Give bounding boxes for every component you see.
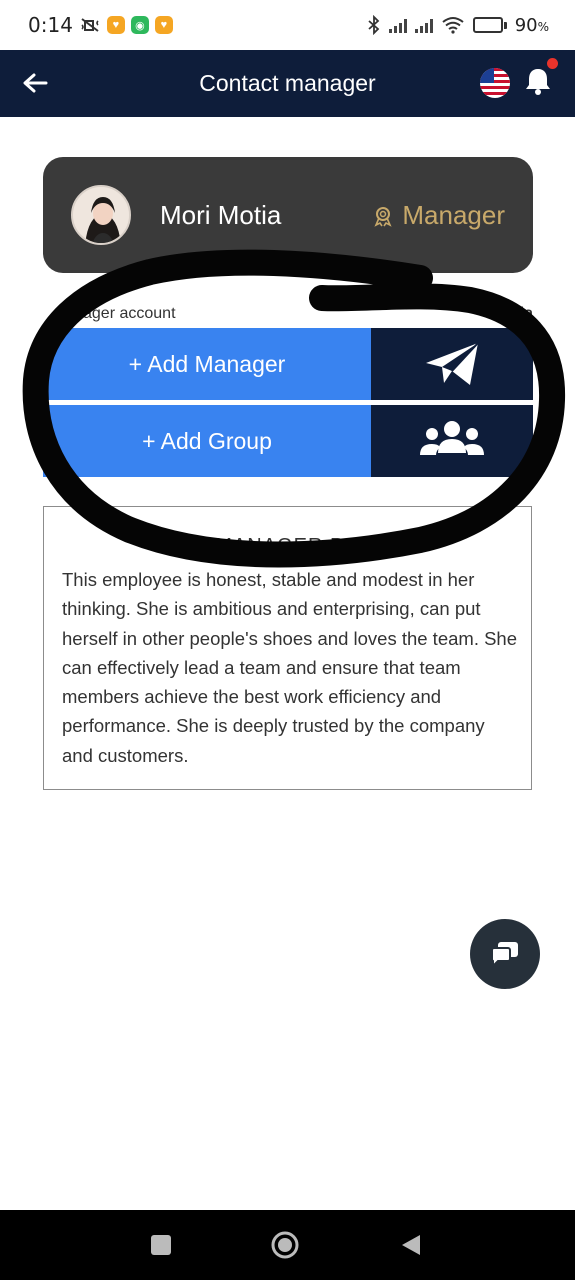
manager-card: Mori Motia Manager [43, 157, 533, 273]
vibrate-off-icon [81, 18, 99, 32]
app-badge-icon: ♥ [106, 16, 125, 34]
battery-percent: 90% [514, 14, 549, 36]
app-badge-icon: ♥ [154, 16, 173, 34]
add-manager-row: + Add Manager [43, 328, 533, 400]
award-icon [374, 206, 392, 227]
back-nav-button[interactable] [396, 1230, 426, 1260]
home-button[interactable] [270, 1230, 300, 1260]
account-row: ager account Motia [43, 305, 533, 327]
bell-icon[interactable] [522, 65, 554, 97]
account-label: ager account [83, 305, 176, 322]
manager-profile-box: MANAGER PR This employee is honest, stab… [43, 506, 532, 790]
app-header: Contact manager [0, 50, 575, 117]
wifi-icon [442, 17, 464, 34]
group-button[interactable] [371, 405, 533, 477]
manager-name: Mori Motia [160, 200, 282, 230]
system-nav-bar [0, 1210, 575, 1280]
bluetooth-icon [368, 15, 379, 35]
notification-dot [547, 58, 558, 69]
avatar [71, 185, 131, 245]
recents-button[interactable] [146, 1230, 176, 1260]
status-time: 0:14 [28, 13, 73, 37]
send-button[interactable] [371, 328, 533, 400]
add-group-button[interactable]: + Add Group [43, 405, 371, 477]
group-icon [420, 421, 484, 455]
status-left: 0:14 ♥ ◉ ♥ [28, 13, 173, 37]
paper-plane-icon [426, 342, 479, 385]
battery-icon [472, 17, 507, 33]
chat-icon [490, 942, 518, 968]
account-name: Motia [491, 305, 533, 322]
manager-role: Manager [372, 200, 505, 231]
profile-text: This employee is honest, stable and mode… [62, 569, 518, 766]
app-badge-icon: ◉ [130, 16, 149, 34]
signal-icon [388, 17, 407, 33]
add-group-row: + Add Group [43, 405, 533, 477]
profile-title: MANAGER PR [215, 535, 360, 557]
status-right: 90% [367, 15, 549, 36]
add-manager-button[interactable]: + Add Manager [43, 328, 371, 400]
square-icon [151, 1235, 171, 1255]
manager-role-label: Manager [402, 200, 505, 230]
chat-button[interactable] [470, 919, 540, 989]
circle-icon [271, 1231, 299, 1259]
triangle-back-icon [402, 1235, 420, 1255]
us-flag-icon[interactable] [480, 68, 510, 98]
status-bar: 0:14 ♥ ◉ ♥ 90% [0, 0, 575, 50]
signal-icon [414, 17, 433, 33]
